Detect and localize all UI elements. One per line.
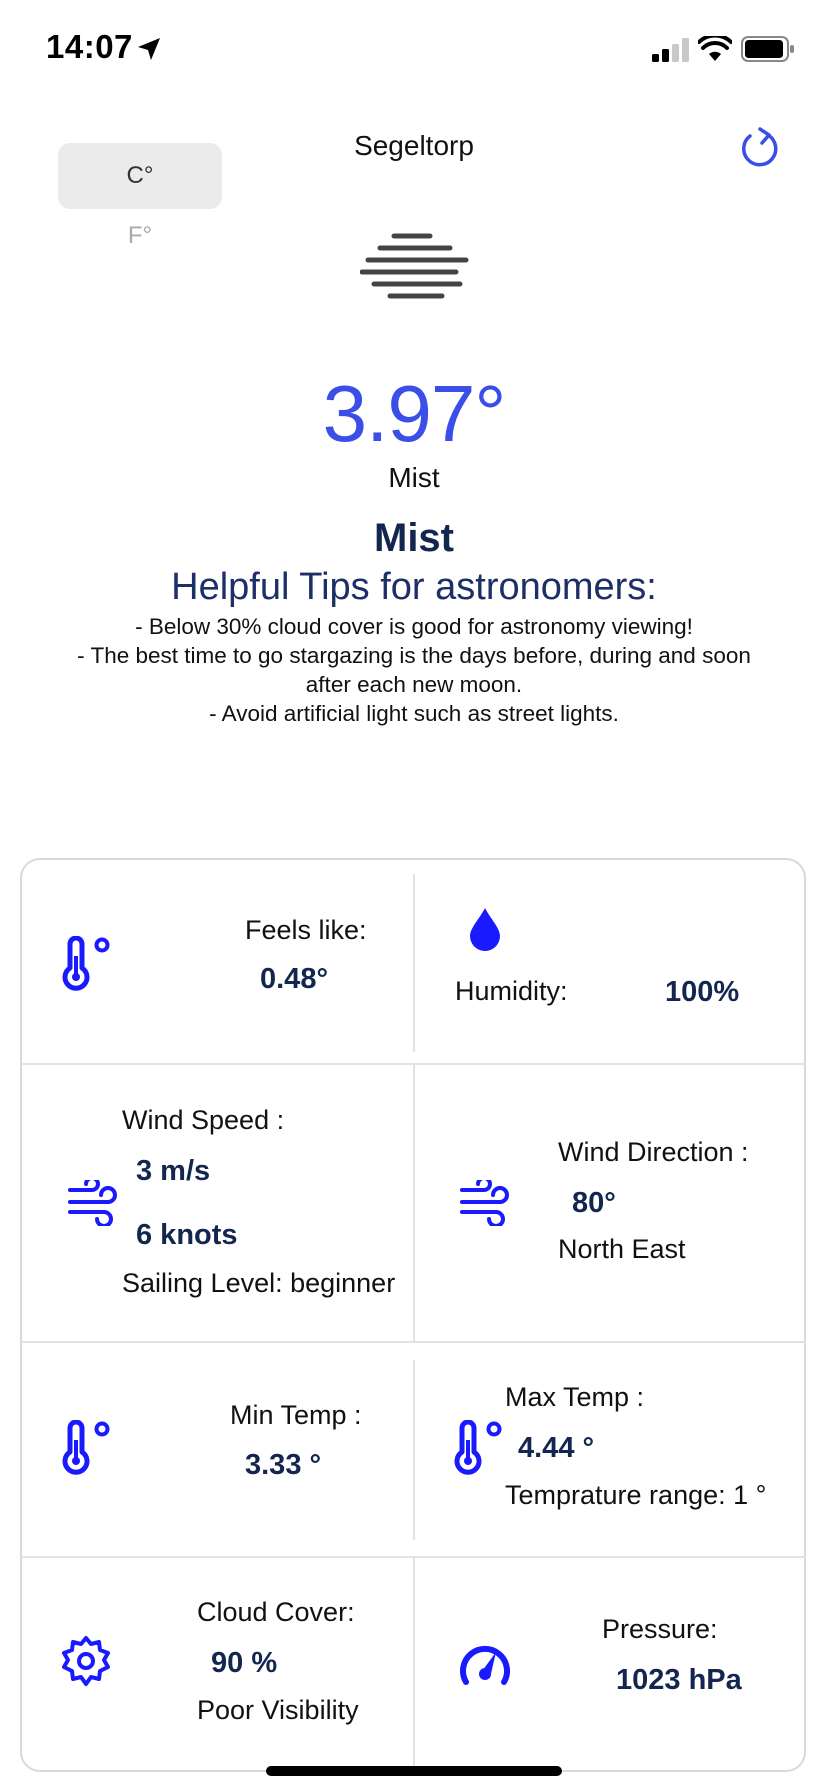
humidity-value: 100% (665, 976, 740, 1008)
tip-line: - Below 30% cloud cover is good for astr… (135, 614, 693, 639)
temperature-range: Temprature range: 1 ° (505, 1480, 767, 1510)
wind-direction-degrees: 80° (572, 1187, 616, 1219)
wind-direction-text: North East (558, 1234, 686, 1264)
tips-title: Helpful Tips for astronomers: (171, 566, 657, 608)
wind-speed-knots-value: 6 knots (136, 1219, 238, 1251)
max-temp-label: Max Temp : (505, 1382, 645, 1412)
column-divider (413, 874, 415, 1052)
pressure-value: 1023 hPa (616, 1664, 742, 1696)
tip-line: after each new moon. (305, 672, 523, 697)
pressure-label: Pressure: (602, 1614, 718, 1644)
wind-icon (68, 1180, 117, 1226)
current-temperature: 3.97° (322, 369, 507, 458)
gear-icon (62, 1636, 110, 1686)
home-indicator[interactable] (266, 1766, 562, 1776)
wind-speed-label: Wind Speed : (122, 1105, 285, 1135)
status-time: 14:07 (46, 28, 133, 65)
wind-speed-ms-value: 3 m/s (136, 1155, 211, 1187)
thermometer-icon (454, 1420, 502, 1475)
pressure-gauge-icon (460, 1645, 510, 1685)
wind-direction-label: Wind Direction : (558, 1137, 749, 1167)
refresh-icon[interactable] (740, 127, 780, 169)
humidity-label: Humidity: (455, 976, 568, 1006)
feels-like-label: Feels like: (245, 915, 367, 945)
wifi-icon (698, 36, 732, 61)
column-divider (413, 1360, 415, 1540)
water-drop-icon (470, 908, 500, 951)
feels-like-value: 0.48° (260, 963, 329, 995)
max-temp-value: 4.44 ° (518, 1432, 595, 1464)
tip-line: - The best time to go stargazing is the … (77, 643, 751, 668)
column-divider (413, 1558, 415, 1770)
mist-weather-icon (360, 233, 469, 299)
wind-direction-icon (460, 1180, 509, 1226)
location-arrow-icon (138, 38, 160, 60)
column-divider (413, 1065, 415, 1341)
cellular-signal-icon (652, 38, 689, 62)
weather-headline: Mist (374, 516, 454, 560)
battery-icon (741, 36, 794, 62)
fahrenheit-toggle-button[interactable]: F° (58, 222, 222, 250)
sailing-level: Sailing Level: beginner (122, 1268, 396, 1298)
row-divider (21, 1341, 806, 1343)
city-name: Segeltorp (354, 130, 474, 161)
min-temp-label: Min Temp : (230, 1400, 362, 1430)
visibility-text: Poor Visibility (197, 1695, 359, 1725)
min-temp-value: 3.33 ° (245, 1449, 322, 1481)
weather-description: Mist (388, 462, 440, 493)
cloud-cover-value: 90 % (211, 1647, 278, 1679)
tip-line: - Avoid artificial light such as street … (209, 701, 619, 726)
thermometer-icon (62, 1420, 110, 1475)
thermometer-icon (62, 936, 110, 991)
cloud-cover-label: Cloud Cover: (197, 1597, 355, 1627)
